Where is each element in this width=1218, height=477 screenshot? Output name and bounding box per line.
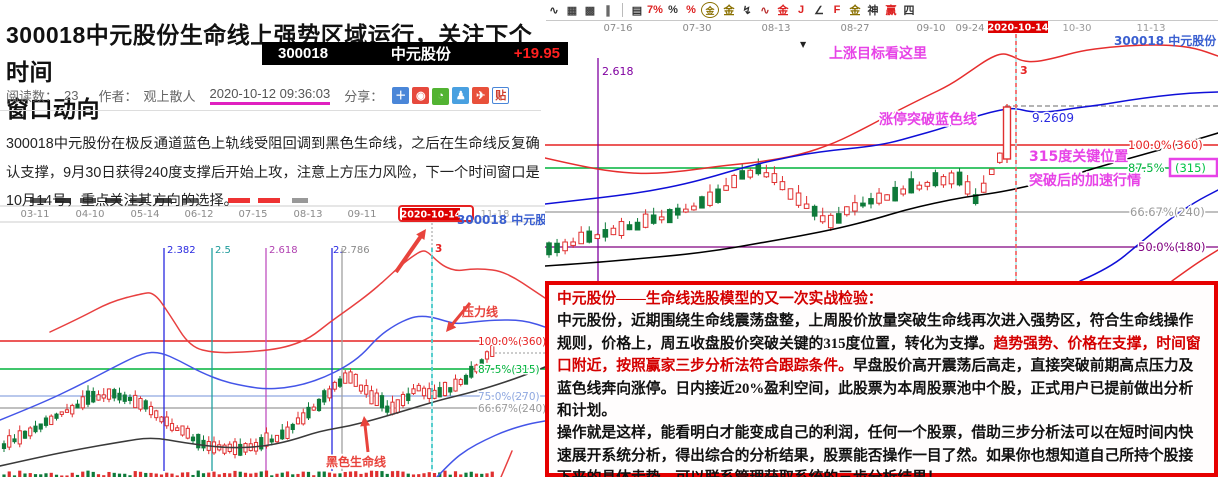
svg-text:黑色生命线: 黑色生命线 (326, 454, 386, 469)
svg-text:100.0%(360): 100.0%(360) (1128, 138, 1203, 152)
page-title: 300018中元股份生命线上强势区域运行，关注下个时间窗口动向 (6, 17, 551, 128)
svg-text:87.5%: 87.5% (1128, 161, 1165, 175)
percent-icon[interactable]: % (665, 2, 681, 19)
stock-change: +19.95 (514, 45, 560, 62)
daily-chart-canvas: 07-16 07-30 08-13 08-27 09-10 09-24 2020-10-14… (545, 21, 1218, 281)
svg-text:08-13: 08-13 (761, 23, 790, 34)
svg-text:2020-10-14: 2020-10-14 (988, 23, 1049, 34)
svg-text:9.2609: 9.2609 (1032, 111, 1074, 125)
svg-text:66.67%(240): 66.67%(240) (478, 403, 545, 415)
author-name: 观上散人 (144, 86, 196, 105)
svg-text:87.5%(315): 87.5%(315) (478, 364, 540, 376)
svg-text:300018 中元股份: 300018 中元股份 (1114, 33, 1217, 48)
stock-name: 中元股份 (328, 43, 514, 64)
svg-text:2.5: 2.5 (215, 245, 231, 256)
share-more-icon[interactable]: ＋ (392, 87, 409, 104)
analysis-paragraph: 中元股份，近期围绕生命线震荡盘整，上周股价放量突破生命线再次进入强势区，符合生命… (557, 310, 1206, 422)
svg-text:3: 3 (1020, 64, 1028, 77)
gold-circle-icon[interactable]: 金 (701, 2, 719, 18)
share-wechat-icon[interactable]: ◔ (432, 88, 449, 105)
chart-toolbar: ∿▦▩∥▤7%%%金金↯∿金J∠F金神赢四 (546, 0, 1218, 21)
four-angle-icon[interactable]: 四 (901, 2, 917, 19)
toolbar-separator (622, 3, 623, 17)
svg-text:涨停突破蓝色线: 涨停突破蓝色线 (879, 111, 977, 128)
gold-lines-icon[interactable]: 金 (721, 2, 737, 19)
percent-line-icon[interactable]: % (683, 2, 699, 19)
article-meta: 阅读数： 23 作者： 观上散人 2020-10-12 09:36:03 分享： ＋… (6, 86, 509, 105)
reads-label: 阅读数： (6, 86, 58, 105)
svg-text:09-24: 09-24 (955, 23, 984, 34)
share-tieba-icon[interactable]: 贴 (492, 87, 509, 104)
bars-stat-icon[interactable]: ▤ (629, 2, 645, 19)
analysis-box: 中元股份——生命线选股模型的又一次实战检验：中元股份，近期围绕生命线震荡盘整，上… (545, 281, 1218, 477)
svg-text:100.0%(360): 100.0%(360) (478, 336, 545, 348)
grid-dense-icon[interactable]: ▩ (582, 2, 598, 19)
grid-icon[interactable]: ▦ (564, 2, 580, 19)
analysis-paragraph: 操作就是这样，能看明白才能变成自己的利润，任何一个股票，借助三步分析法可以在短时… (557, 422, 1206, 477)
svg-text:07-16: 07-16 (603, 23, 632, 34)
author-label: 作者： (98, 86, 137, 105)
svg-text:07-30: 07-30 (682, 23, 711, 34)
angle-icon[interactable]: ∠ (811, 2, 827, 19)
svg-text:2.618: 2.618 (269, 245, 298, 256)
share-icon-row: ＋◉◔♟✈贴 (389, 87, 509, 105)
share-weibo-icon[interactable]: ◉ (412, 87, 429, 104)
gold-red-icon[interactable]: 金 (775, 2, 791, 19)
share-qzone-icon[interactable]: ✈ (472, 87, 489, 104)
zigzag-line-icon[interactable]: ∿ (546, 2, 562, 19)
weekly-chart-canvas: 03-1104-1005-1406-1207-1508-1309-112020-… (0, 195, 545, 477)
j-angle-icon[interactable]: J (793, 2, 809, 19)
shen-angle-icon[interactable]: 神 (865, 2, 881, 19)
gold-angle-icon[interactable]: 金 (847, 2, 863, 19)
article-summary: 300018中元股份在极反通道蓝色上轨线受阻回调到黑色生命线，之后在生命线反复确… (6, 130, 544, 215)
reads-count: 23 (64, 88, 78, 103)
svg-text:75.0%(270): 75.0%(270) (478, 391, 540, 403)
svg-text:3: 3 (435, 243, 442, 255)
brush-icon[interactable]: ↯ (739, 2, 755, 19)
win-angle-icon[interactable]: 赢 (883, 2, 899, 19)
svg-text:上涨目标看这里: 上涨目标看这里 (829, 45, 927, 62)
svg-text:08-27: 08-27 (840, 23, 869, 34)
svg-text:▼: ▼ (800, 40, 807, 49)
hatch-icon[interactable]: ∥ (600, 2, 616, 19)
percent7-icon[interactable]: 7% (647, 2, 663, 19)
wave-icon[interactable]: ∿ (757, 2, 773, 19)
stock-badge: 300018 中元股份 +19.95 (262, 42, 568, 65)
svg-text:时间窗口: 时间窗口 (1046, 21, 1098, 23)
share-label: 分享： (344, 86, 383, 105)
daily-chart: 07-16 07-30 08-13 08-27 09-10 09-24 2020-10-14… (545, 21, 1218, 281)
svg-text:50.0%(180): 50.0%(180) (1138, 240, 1205, 254)
share-qq-icon[interactable]: ♟ (452, 87, 469, 104)
svg-text:10-30: 10-30 (1062, 23, 1091, 34)
stock-code: 300018 (278, 45, 328, 62)
publish-datetime: 2020-10-12 09:36:03 (210, 86, 331, 105)
svg-text:2.618: 2.618 (602, 65, 634, 78)
weekly-chart: 03-1104-1005-1406-1207-1508-1309-112020-… (0, 195, 545, 477)
svg-text:09-10: 09-10 (916, 23, 945, 34)
svg-text:2.786: 2.786 (341, 245, 370, 256)
f-angle-icon[interactable]: F (829, 2, 845, 19)
svg-text:突破后的加速行情: 突破后的加速行情 (1029, 172, 1141, 189)
svg-text:66.67%(240): 66.67%(240) (1130, 205, 1205, 219)
svg-text:11-13: 11-13 (1136, 23, 1165, 34)
svg-text:(315): (315) (1175, 161, 1206, 175)
svg-text:2.382: 2.382 (167, 245, 196, 256)
analysis-paragraph: 中元股份——生命线选股模型的又一次实战检验： (557, 288, 1206, 310)
svg-text:315度关键位置: 315度关键位置 (1029, 148, 1128, 165)
stock-article-page: 300018中元股份生命线上强势区域运行，关注下个时间窗口动向 300018 中… (0, 0, 1218, 477)
divider (0, 110, 541, 111)
